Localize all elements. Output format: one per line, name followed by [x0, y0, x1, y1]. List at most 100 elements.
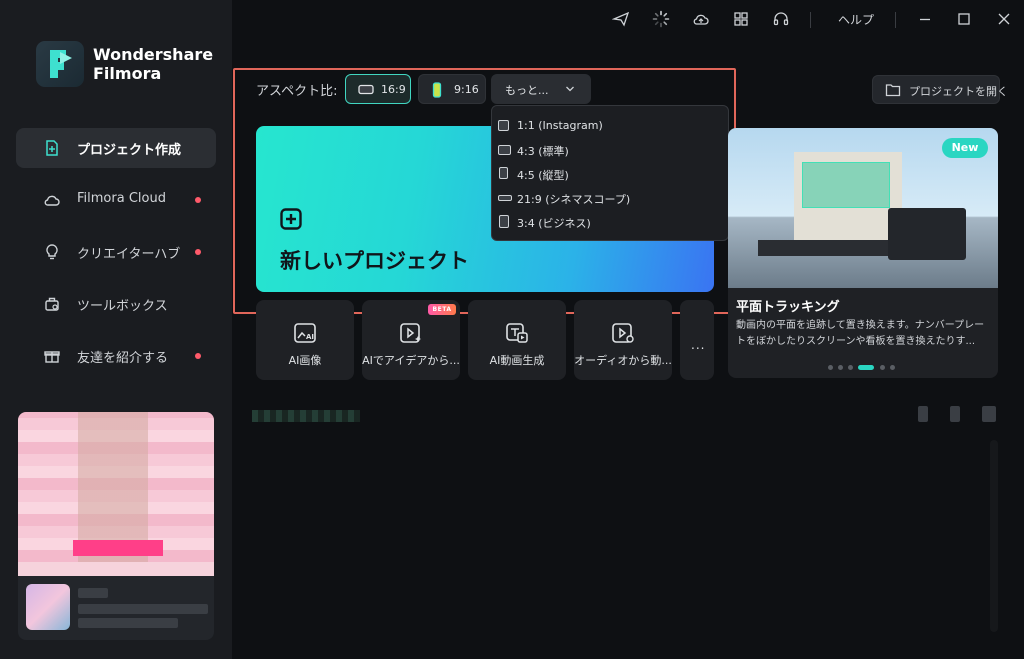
obscured-control: [950, 406, 960, 422]
sidebar-item-label: Filmora Cloud: [77, 191, 166, 206]
svg-text:AI: AI: [306, 333, 314, 341]
pager-dot[interactable]: [828, 365, 833, 370]
open-project-button[interactable]: プロジェクトを開く: [872, 75, 1008, 104]
promo-info: [26, 584, 208, 630]
tool-label: AI画像: [288, 354, 322, 367]
menu-item-label: 1:1 (Instagram): [517, 119, 603, 132]
ratio-label: 16:9: [381, 83, 406, 96]
cinemascope-ratio-icon: [498, 195, 512, 201]
sidebar-item-label: ツールボックス: [77, 299, 168, 314]
tool-label: AIでアイデアから...: [362, 354, 460, 367]
preview-timeline-strip: [758, 240, 888, 256]
brand-line1: Wondershare: [93, 45, 214, 64]
vertical-ratio-icon: [499, 167, 508, 179]
more-ratios-label: もっと...: [505, 84, 549, 97]
pager-dot[interactable]: [848, 365, 853, 370]
promo-text-placeholder: [78, 604, 208, 614]
tool-label: オーディオから動...: [574, 354, 672, 367]
promo-text-placeholder: [78, 618, 178, 628]
menu-item-label: 4:3 (標準): [517, 145, 569, 158]
ai-image-icon: AI: [294, 323, 316, 343]
notification-dot: [195, 353, 201, 359]
recent-projects-heading-obscured: [252, 410, 360, 422]
preview-tracked-plane: [802, 162, 890, 208]
tool-ai-image[interactable]: AI AI画像: [256, 300, 354, 380]
aspect-ratio-menu: 1:1 (Instagram) 4:3 (標準) 4:5 (縦型) 21:9 (…: [491, 105, 729, 241]
business-ratio-icon: [499, 215, 509, 228]
ai-video-icon: [506, 323, 528, 343]
standard-ratio-icon: [498, 145, 511, 155]
toolbox-icon: [45, 297, 59, 311]
notification-dot: [195, 249, 201, 255]
loading-spinner-icon: [652, 10, 670, 28]
sidebar-item-label: 友達を紹介する: [77, 351, 169, 366]
sidebar-item-toolbox[interactable]: ツールボックス: [16, 284, 216, 324]
new-project-label: 新しいプロジェクト: [280, 249, 469, 273]
pager-dot-active[interactable]: [858, 365, 874, 370]
gift-icon: [44, 351, 60, 363]
ratio-label: 9:16: [454, 83, 479, 96]
tool-ai-video-generation[interactable]: AI動画生成: [468, 300, 566, 380]
feature-title: 平面トラッキング: [736, 300, 840, 315]
scrollbar[interactable]: [990, 440, 998, 632]
notification-dot: [195, 197, 201, 203]
audio-to-video-icon: [612, 323, 634, 343]
sidebar-item-label: クリエイターハブ: [77, 247, 181, 262]
send-icon[interactable]: [612, 10, 630, 28]
apps-grid-icon[interactable]: [732, 10, 750, 28]
headset-icon[interactable]: [772, 10, 790, 28]
tool-label: AI動画生成: [489, 354, 545, 367]
square-ratio-icon: [498, 120, 509, 131]
minimize-icon[interactable]: [916, 10, 934, 28]
pager-dot[interactable]: [838, 365, 843, 370]
feature-card-planar-tracking[interactable]: New 平面トラッキング 動画内の平面を追跡して置き換えます。ナンバープレートを…: [728, 128, 998, 378]
brand-line2: Filmora: [93, 64, 162, 83]
sidebar: Wondershare Filmora プロジェクト作成 Filmora Clo…: [0, 0, 232, 659]
plus-square-icon: [280, 208, 302, 230]
promo-banner[interactable]: [18, 412, 214, 640]
promo-highlight-band: [73, 540, 163, 556]
obscured-control: [918, 406, 928, 422]
menu-item-label: 21:9 (シネマスコープ): [517, 193, 631, 206]
brand-name: Wondershare Filmora: [93, 45, 213, 83]
sidebar-item-filmora-cloud[interactable]: Filmora Cloud: [16, 180, 216, 220]
promo-text-placeholder: [78, 588, 108, 598]
close-icon[interactable]: [995, 10, 1013, 28]
folder-icon: [885, 84, 901, 97]
ratio-9-16-button[interactable]: 9:16: [418, 74, 486, 104]
titlebar-separator: [810, 12, 811, 28]
menu-item-label: 3:4 (ビジネス): [517, 217, 591, 230]
obscured-control: [982, 406, 996, 422]
sidebar-item-refer-friend[interactable]: 友達を紹介する: [16, 336, 216, 376]
new-project-icon: [46, 140, 58, 156]
promo-footer-band: [18, 562, 214, 576]
pager-dot[interactable]: [890, 365, 895, 370]
cloud-icon: [44, 195, 60, 206]
help-menu[interactable]: ヘルプ: [838, 11, 874, 28]
new-badge: New: [942, 138, 988, 158]
landscape-ratio-icon: [358, 84, 374, 95]
open-project-label: プロジェクトを開く: [909, 85, 1008, 98]
promo-avatar: [26, 584, 70, 630]
preview-panel: [888, 208, 966, 260]
cloud-upload-icon[interactable]: [692, 10, 710, 28]
titlebar-separator: [895, 12, 896, 28]
ai-idea-icon: [400, 323, 421, 343]
aspect-ratio-label: アスペクト比:: [256, 84, 338, 99]
feature-description: 動画内の平面を追跡して置き換えます。ナンバープレートをぼかしたりスクリーンや看板…: [736, 320, 985, 347]
ratio-16-9-button[interactable]: 16:9: [345, 74, 411, 104]
pager-dot[interactable]: [880, 365, 885, 370]
lightbulb-icon: [46, 244, 58, 260]
more-tools-button[interactable]: ...: [680, 300, 714, 380]
more-ratios-dropdown[interactable]: もっと...: [491, 74, 591, 104]
sidebar-item-creator-hub[interactable]: クリエイターハブ: [16, 232, 216, 272]
sidebar-item-create-project[interactable]: プロジェクト作成: [16, 128, 216, 168]
menu-item-label: 4:5 (縦型): [517, 169, 569, 182]
beta-badge: BETA: [428, 304, 456, 315]
more-dots-icon: ...: [691, 338, 706, 352]
filmora-logo: [36, 41, 84, 87]
chevron-down-icon: [566, 86, 574, 92]
tool-audio-to-video[interactable]: オーディオから動...: [574, 300, 672, 380]
maximize-icon[interactable]: [955, 10, 973, 28]
sidebar-item-label: プロジェクト作成: [77, 143, 182, 158]
